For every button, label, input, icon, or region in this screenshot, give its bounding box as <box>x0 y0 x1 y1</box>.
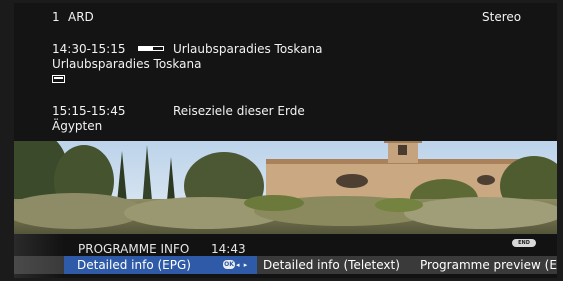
progress-bar-icon <box>138 46 164 51</box>
next-programme-title: Reiseziele dieser Erde <box>173 104 305 118</box>
menu-row-left-edge <box>14 256 64 274</box>
clock: 14:43 <box>211 242 246 256</box>
audio-mode: Stereo <box>482 10 522 24</box>
tv-screen: 1 ARD Stereo 14:30-15:15 Urlaubsparadies… <box>0 0 563 281</box>
progress-bar-fill <box>139 47 154 50</box>
next-programme-time: 15:15-15:45 <box>52 104 126 118</box>
menu-item-programme-preview[interactable]: Programme preview (E <box>420 258 557 272</box>
menu-item-detailed-info-teletext[interactable]: Detailed info (Teletext) <box>263 258 400 272</box>
video-background <box>14 141 557 234</box>
ok-key-icon[interactable]: OK <box>223 260 235 269</box>
menu-row: Detailed info (EPG) OK ◂ ▸ Detailed info… <box>14 256 557 274</box>
left-right-arrows-icon[interactable]: ◂ ▸ <box>236 259 248 271</box>
menu-item-detailed-info-epg[interactable]: Detailed info (EPG) <box>77 258 191 272</box>
current-programme-subtitle: Urlaubsparadies Toskana <box>52 57 202 71</box>
programme-info-heading: PROGRAMME INFO <box>78 242 190 256</box>
channel-name: ARD <box>68 10 94 24</box>
current-programme-time: 14:30-15:15 <box>52 42 126 56</box>
current-programme-title: Urlaubsparadies Toskana <box>173 42 323 56</box>
end-key-icon[interactable]: END <box>512 239 536 247</box>
programme-info-icon <box>52 75 65 83</box>
channel-number: 1 <box>52 10 60 24</box>
next-programme-subtitle: Ägypten <box>52 119 103 133</box>
programme-info-bar: PROGRAMME INFO 14:43 END Detailed info (… <box>14 234 557 278</box>
